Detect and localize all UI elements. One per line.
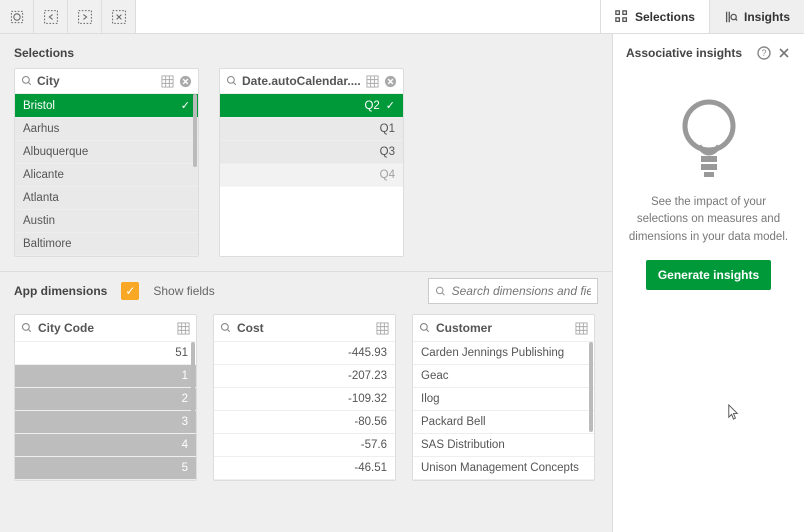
list-item[interactable]: 3 — [15, 411, 196, 434]
step-back-icon[interactable] — [34, 0, 68, 33]
list-item[interactable]: 4 — [15, 434, 196, 457]
scrollbar[interactable] — [193, 94, 197, 167]
list-item[interactable]: SAS Distribution — [413, 434, 594, 457]
cursor-icon — [727, 404, 740, 424]
dimension-card-citycode: City Code 51 1 2 3 4 5 — [14, 314, 197, 481]
list-item[interactable]: -46.51 — [214, 457, 395, 480]
panel-description: See the impact of your selections on mea… — [626, 194, 791, 246]
step-forward-icon[interactable] — [68, 0, 102, 33]
filter-item[interactable]: Austin — [15, 210, 198, 233]
lightbulb-icon — [674, 96, 744, 180]
clear-filter-icon[interactable] — [383, 74, 397, 88]
scrollbar[interactable] — [589, 342, 593, 432]
dimensions-bar: App dimensions ✓ Show fields — [0, 271, 612, 314]
tab-selections[interactable]: Selections — [600, 0, 709, 33]
search-icon — [435, 285, 447, 298]
filter-item[interactable]: Q2 — [220, 94, 403, 118]
card-title: Cost — [237, 321, 371, 335]
filter-card-date: Date.autoCalendar.... Q2 Q1 Q3 Q4 — [219, 68, 404, 257]
table-icon[interactable] — [160, 74, 174, 88]
filter-item[interactable]: Q4 — [220, 164, 403, 187]
tab-insights[interactable]: Insights — [709, 0, 804, 33]
scrollbar[interactable] — [191, 342, 195, 432]
list-item[interactable]: 2 — [15, 388, 196, 411]
search-icon[interactable] — [220, 322, 232, 334]
filter-item[interactable]: Baltimore — [15, 233, 198, 256]
filter-item[interactable]: Q3 — [220, 141, 403, 164]
search-icon[interactable] — [21, 322, 33, 334]
list-item[interactable]: 5 — [15, 457, 196, 480]
clear-filter-icon[interactable] — [178, 74, 192, 88]
dimension-search-input[interactable] — [452, 284, 591, 298]
list-item[interactable]: -57.6 — [214, 434, 395, 457]
list-item[interactable]: Packard Bell — [413, 411, 594, 434]
list-item[interactable]: Geac — [413, 365, 594, 388]
dimension-search[interactable] — [428, 278, 598, 304]
search-icon[interactable] — [21, 75, 33, 87]
card-title: City Code — [38, 321, 172, 335]
table-icon[interactable] — [365, 74, 379, 88]
top-toolbar: Selections Insights — [0, 0, 804, 34]
table-icon[interactable] — [177, 322, 190, 335]
dimension-card-customer: Customer Carden Jennings Publishing Geac… — [412, 314, 595, 481]
list-item[interactable]: -109.32 — [214, 388, 395, 411]
list-item[interactable]: Ilog — [413, 388, 594, 411]
insights-panel: Associative insights ? See the impact of… — [612, 34, 804, 532]
search-icon[interactable] — [419, 322, 431, 334]
filter-item[interactable]: Aarhus — [15, 118, 198, 141]
generate-insights-button[interactable]: Generate insights — [646, 260, 771, 290]
list-item[interactable]: -445.93 — [214, 342, 395, 365]
filter-item[interactable]: Q1 — [220, 118, 403, 141]
list-item[interactable]: Unison Management Concepts — [413, 457, 594, 480]
search-icon[interactable] — [226, 75, 238, 87]
clear-all-icon[interactable] — [102, 0, 136, 33]
table-icon[interactable] — [575, 322, 588, 335]
dimension-card-cost: Cost -445.93 -207.23 -109.32 -80.56 -57.… — [213, 314, 396, 481]
card-title: Customer — [436, 321, 570, 335]
selections-icon — [615, 10, 629, 24]
insights-icon — [724, 10, 738, 24]
filter-item[interactable]: Albuquerque — [15, 141, 198, 164]
show-fields-label: Show fields — [153, 284, 214, 298]
list-item[interactable]: -80.56 — [214, 411, 395, 434]
table-icon[interactable] — [376, 322, 389, 335]
list-item[interactable]: -207.23 — [214, 365, 395, 388]
list-item[interactable]: 1 — [15, 365, 196, 388]
close-icon[interactable] — [777, 46, 791, 60]
tab-insights-label: Insights — [744, 10, 790, 24]
filter-card-city: City Bristol Aarhus Albuquerque Alicante… — [14, 68, 199, 257]
selections-heading: Selections — [0, 34, 612, 68]
dimensions-label: App dimensions — [14, 284, 107, 298]
filter-item[interactable]: Bristol — [15, 94, 198, 118]
smart-search-icon[interactable] — [0, 0, 34, 33]
svg-text:?: ? — [761, 48, 766, 58]
panel-title: Associative insights — [626, 46, 751, 60]
list-item[interactable]: Carden Jennings Publishing — [413, 342, 594, 365]
help-icon[interactable]: ? — [757, 46, 771, 60]
filter-title: City — [37, 74, 156, 88]
show-fields-checkbox[interactable]: ✓ — [121, 282, 139, 300]
list-item[interactable]: 51 — [15, 342, 196, 365]
filter-item[interactable]: Alicante — [15, 164, 198, 187]
filter-title: Date.autoCalendar.... — [242, 74, 361, 88]
filter-item[interactable]: Atlanta — [15, 187, 198, 210]
tab-selections-label: Selections — [635, 10, 695, 24]
